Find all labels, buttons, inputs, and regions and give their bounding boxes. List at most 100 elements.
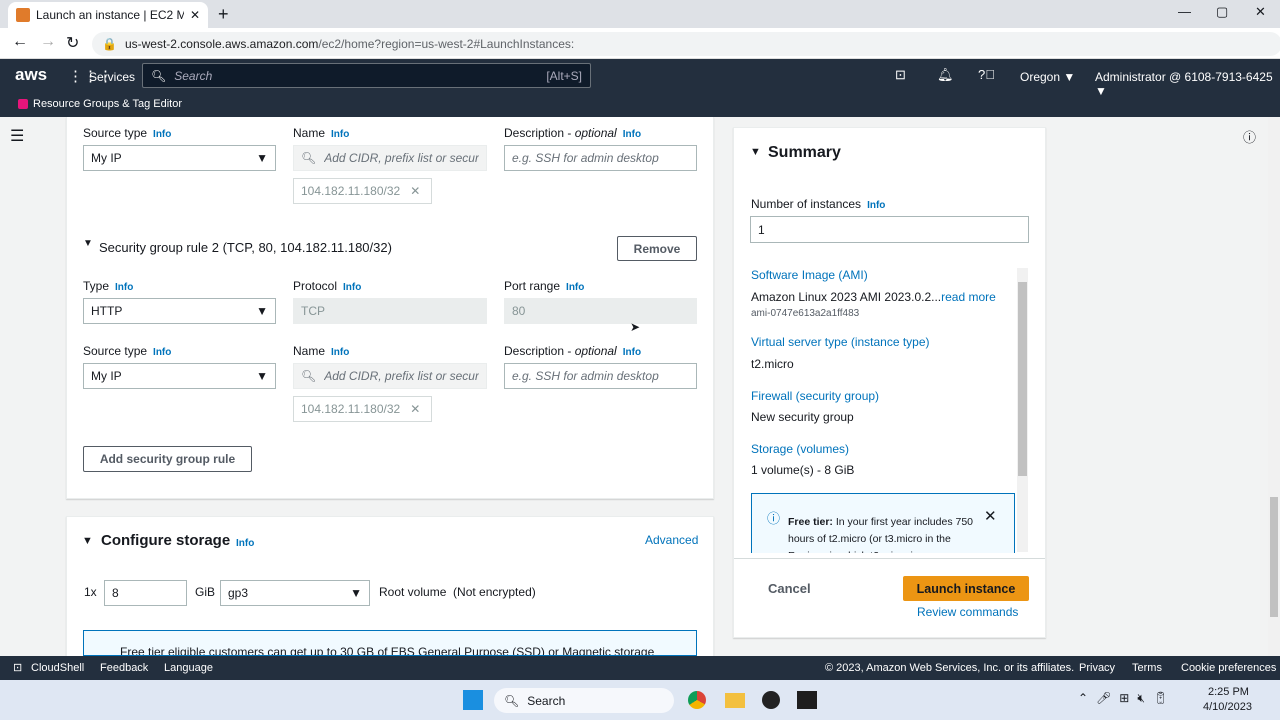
cancel-button[interactable]: Cancel (768, 581, 811, 596)
root-volume-label: Root volume (Not encrypted) (379, 585, 536, 599)
value: My IP (91, 369, 122, 383)
remove-rule-button[interactable]: Remove (617, 236, 697, 261)
search-icon: 🔍︎ (504, 693, 520, 708)
help-icon[interactable]: ?⃝ (978, 67, 995, 82)
volume-type-select[interactable]: gp3 ▼ (220, 580, 370, 606)
terminal-icon[interactable] (797, 691, 817, 709)
search-input[interactable]: 🔍︎ Search [Alt+S] (142, 63, 591, 88)
minimize-icon[interactable]: — (1178, 4, 1191, 19)
volume-size-input[interactable]: 8 (104, 580, 187, 606)
info-panel-icon[interactable]: ⓘ (1243, 127, 1256, 146)
info-link[interactable]: Info (867, 200, 885, 211)
summary-scrollbar[interactable] (1017, 268, 1028, 552)
file-explorer-icon[interactable] (725, 693, 745, 708)
firewall-link[interactable]: Firewall (security group) (751, 389, 879, 403)
optional: optional (574, 344, 617, 358)
notifications-bell-icon[interactable]: 🔔︎ (937, 67, 954, 83)
account-menu[interactable]: Administrator @ 6108-7913-6425 ▼ (1095, 70, 1280, 98)
close-alert-icon[interactable]: ✕ (984, 508, 997, 525)
info-link[interactable]: Info (236, 538, 254, 549)
number-of-instances-input[interactable]: 1 (750, 216, 1029, 243)
info-link[interactable]: Info (153, 129, 171, 140)
storage-link[interactable]: Storage (volumes) (751, 442, 849, 456)
copyright: © 2023, Amazon Web Services, Inc. or its… (825, 662, 1075, 674)
value: My IP (91, 151, 122, 165)
info-circle-icon: ⓘ (767, 511, 781, 526)
info-link[interactable]: Info (343, 282, 361, 293)
info-link[interactable]: Info (115, 282, 133, 293)
search-icon: 🔍︎ (301, 151, 317, 165)
browser-tab[interactable]: Launch an instance | EC2 Manag ✕ (8, 2, 208, 28)
services-menu[interactable]: Services (89, 70, 135, 84)
rule2-description-input[interactable]: e.g. SSH for admin desktop (504, 363, 697, 389)
cloudshell-icon[interactable]: ⊡ (13, 661, 22, 674)
taskbar-search[interactable]: 🔍︎ Search (494, 688, 674, 713)
resource-groups-link[interactable]: Resource Groups & Tag Editor (33, 98, 182, 110)
launch-instance-button[interactable]: Launch instance (903, 576, 1029, 601)
close-tab-icon[interactable]: ✕ (190, 8, 200, 22)
search-label: Search (527, 693, 566, 708)
rule1-description-input[interactable]: e.g. SSH for admin desktop (504, 145, 697, 171)
app-icon[interactable] (762, 691, 780, 709)
info-link[interactable]: Info (566, 282, 584, 293)
rule2-source-type-select[interactable]: My IP ▼ (83, 363, 276, 389)
back-icon[interactable]: ← (12, 33, 28, 51)
forward-icon[interactable]: → (40, 33, 56, 51)
cloudshell-icon[interactable]: ⊡ (895, 67, 906, 83)
close-window-icon[interactable]: ✕ (1255, 4, 1266, 20)
new-tab-icon[interactable]: + (218, 4, 229, 25)
rule1-source-type-label: Source type Info (83, 125, 171, 140)
rule1-source-type-select[interactable]: My IP ▼ (83, 145, 276, 171)
info-link[interactable]: Info (331, 347, 349, 358)
collapse-caret-icon[interactable]: ▼ (750, 146, 761, 158)
rule2-protocol-label: Protocol Info (293, 278, 361, 293)
label: Description - (504, 344, 575, 358)
tab-title: Launch an instance | EC2 Manag (36, 8, 184, 22)
rule1-name-label: Name Info (293, 125, 349, 140)
read-more-link[interactable]: read more (941, 290, 996, 304)
region-selector[interactable]: Oregon ▼ (1020, 70, 1075, 84)
label: Port range (504, 279, 561, 293)
url-path: /ec2/home?region=us-west-2#LaunchInstanc… (318, 37, 575, 51)
rule2-type-select[interactable]: HTTP ▼ (83, 298, 276, 324)
optional: optional (574, 126, 617, 140)
windows-start-icon[interactable] (463, 690, 483, 710)
url-input[interactable]: 🔒 us-west-2.console.aws.amazon.com/ec2/h… (92, 32, 1280, 56)
collapse-caret-icon[interactable]: ▼ (83, 238, 93, 249)
info-link[interactable]: Info (331, 129, 349, 140)
cookie-preferences-link[interactable]: Cookie preferences (1181, 662, 1276, 674)
remove-token-icon[interactable]: ✕ (410, 184, 420, 198)
remove-token-icon[interactable]: ✕ (410, 402, 420, 416)
info-link[interactable]: Info (623, 347, 641, 358)
review-commands-link[interactable]: Review commands (917, 605, 1018, 619)
info-link[interactable]: Info (153, 347, 171, 358)
privacy-link[interactable]: Privacy (1079, 662, 1115, 674)
windows-taskbar: 🔍︎ Search ⌃🎤︎⊞🔇︎🔋︎ 2:25 PM 4/10/2023 (0, 680, 1280, 720)
add-security-group-rule-button[interactable]: Add security group rule (83, 446, 252, 472)
instance-type-link[interactable]: Virtual server type (instance type) (751, 335, 930, 349)
hamburger-menu-icon[interactable]: ☰ (10, 126, 24, 146)
collapse-caret-icon[interactable]: ▼ (82, 535, 93, 547)
language-link[interactable]: Language (164, 662, 213, 674)
label: Name (293, 126, 326, 140)
maximize-icon[interactable]: ▢ (1216, 4, 1228, 20)
volume-count: 1x (84, 585, 97, 599)
rule2-source-type-label: Source type Info (83, 343, 171, 358)
reload-icon[interactable]: ↻ (66, 33, 79, 53)
cloudshell-link[interactable]: CloudShell (31, 662, 84, 674)
rule2-name-input[interactable]: 🔍︎ Add CIDR, prefix list or security (293, 363, 487, 389)
page-scrollbar[interactable] (1268, 117, 1280, 656)
terms-link[interactable]: Terms (1132, 662, 1162, 674)
ami-link[interactable]: Software Image (AMI) (751, 268, 868, 282)
instance-type-value: t2.micro (751, 357, 794, 371)
system-tray-icons[interactable]: ⌃🎤︎⊞🔇︎🔋︎ (1078, 691, 1176, 706)
aws-logo[interactable]: aws (15, 65, 47, 85)
advanced-link[interactable]: Advanced (645, 533, 698, 547)
search-icon: 🔍︎ (151, 68, 167, 83)
chrome-icon[interactable] (688, 691, 706, 709)
rule1-name-input[interactable]: 🔍︎ Add CIDR, prefix list or security (293, 145, 487, 171)
rule2-desc-label: Description - optional Info (504, 343, 641, 358)
token-text: 104.182.11.180/32 (301, 402, 401, 416)
feedback-link[interactable]: Feedback (100, 662, 148, 674)
info-link[interactable]: Info (623, 129, 641, 140)
